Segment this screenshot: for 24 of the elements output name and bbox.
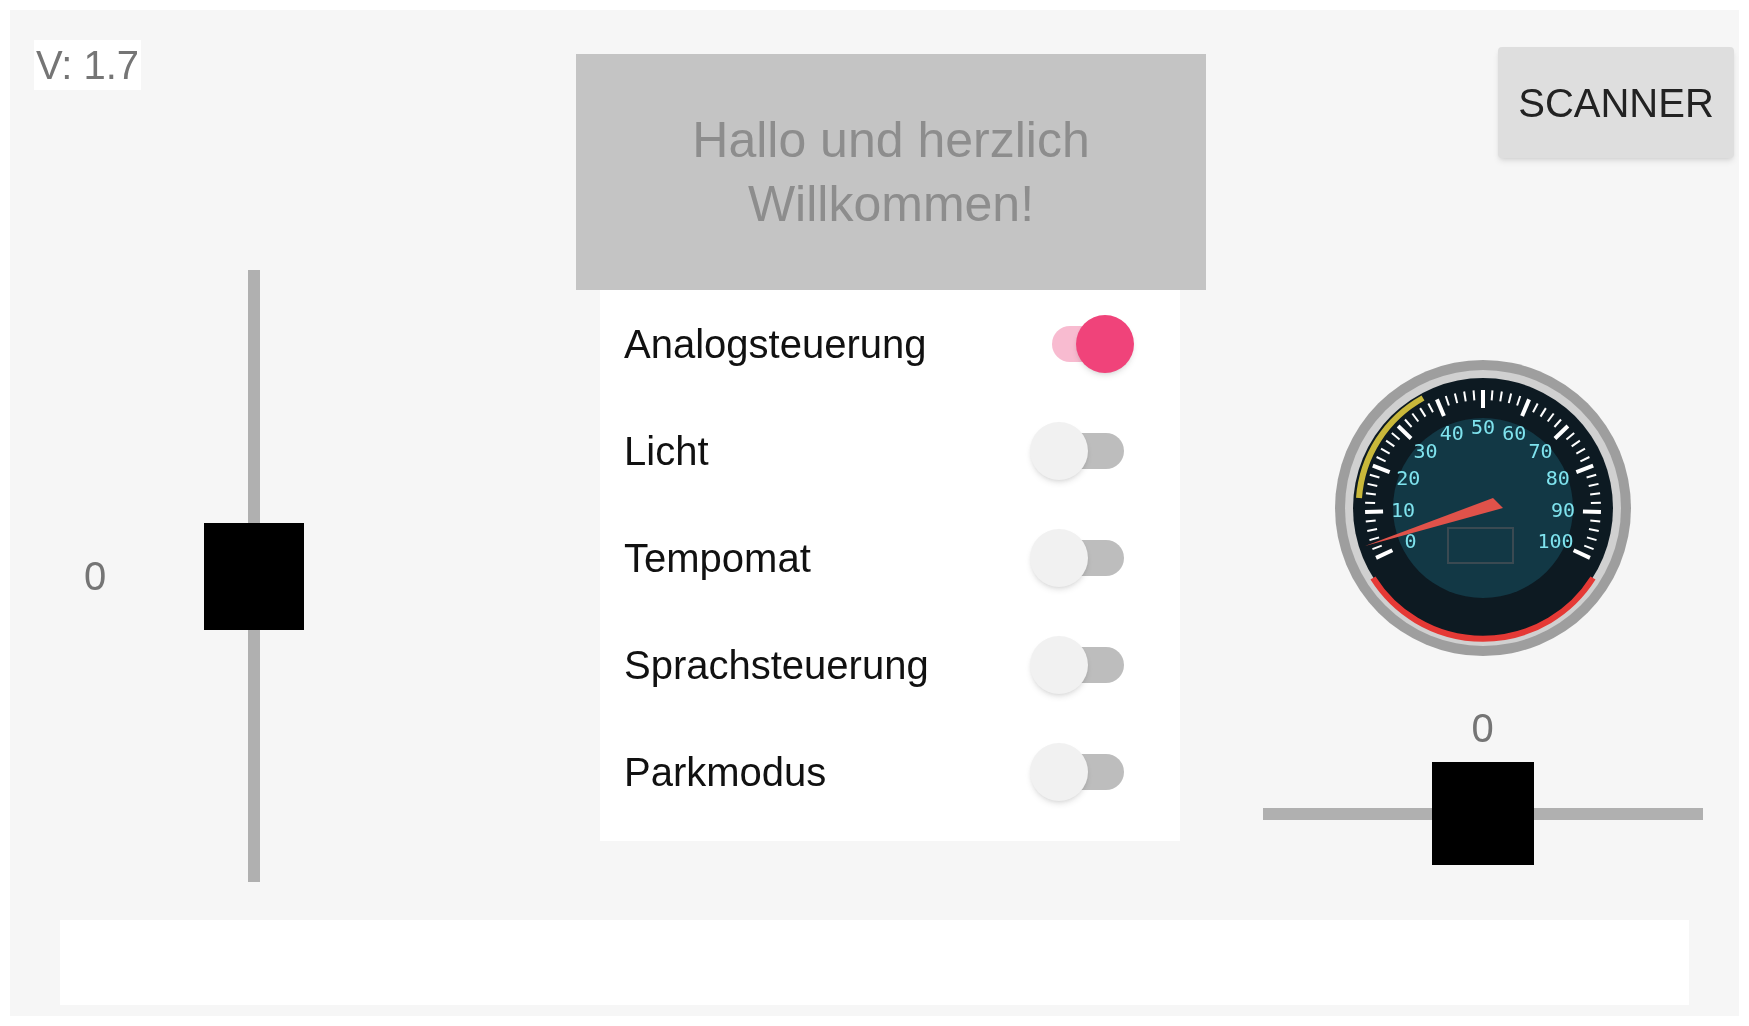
gauge-label: 80	[1545, 466, 1570, 491]
vertical-slider[interactable]	[204, 270, 304, 882]
scanner-button[interactable]: SCANNER	[1498, 47, 1734, 158]
gauge-label: 30	[1412, 439, 1437, 464]
gauge-label: 40	[1439, 421, 1464, 446]
gauge-label: 50	[1470, 415, 1495, 439]
slider-reading: 0	[84, 553, 108, 600]
toggle-label: Tempomat	[624, 534, 811, 582]
gauge-label: 20	[1395, 466, 1420, 491]
gauge-label: 60	[1501, 421, 1526, 446]
toggle-label: Analogsteuerung	[624, 320, 927, 368]
slider-thumb[interactable]	[204, 523, 304, 630]
gauge-reading: 0	[1471, 705, 1494, 752]
gauge-label: 90	[1550, 497, 1575, 522]
gauge-label: 0	[1403, 528, 1416, 553]
toggle-label: Parkmodus	[624, 748, 827, 796]
gauge-label: 100	[1536, 528, 1574, 553]
gauge-label: 70	[1528, 439, 1553, 464]
toggle-label: Licht	[624, 427, 709, 475]
version-label: V: 1.7	[34, 40, 142, 90]
toggle-label: Sprachsteuerung	[624, 641, 929, 689]
horizontal-slider[interactable]	[1262, 762, 1703, 865]
gauge-label: 10	[1390, 497, 1415, 522]
slider-thumb[interactable]	[1431, 762, 1534, 865]
